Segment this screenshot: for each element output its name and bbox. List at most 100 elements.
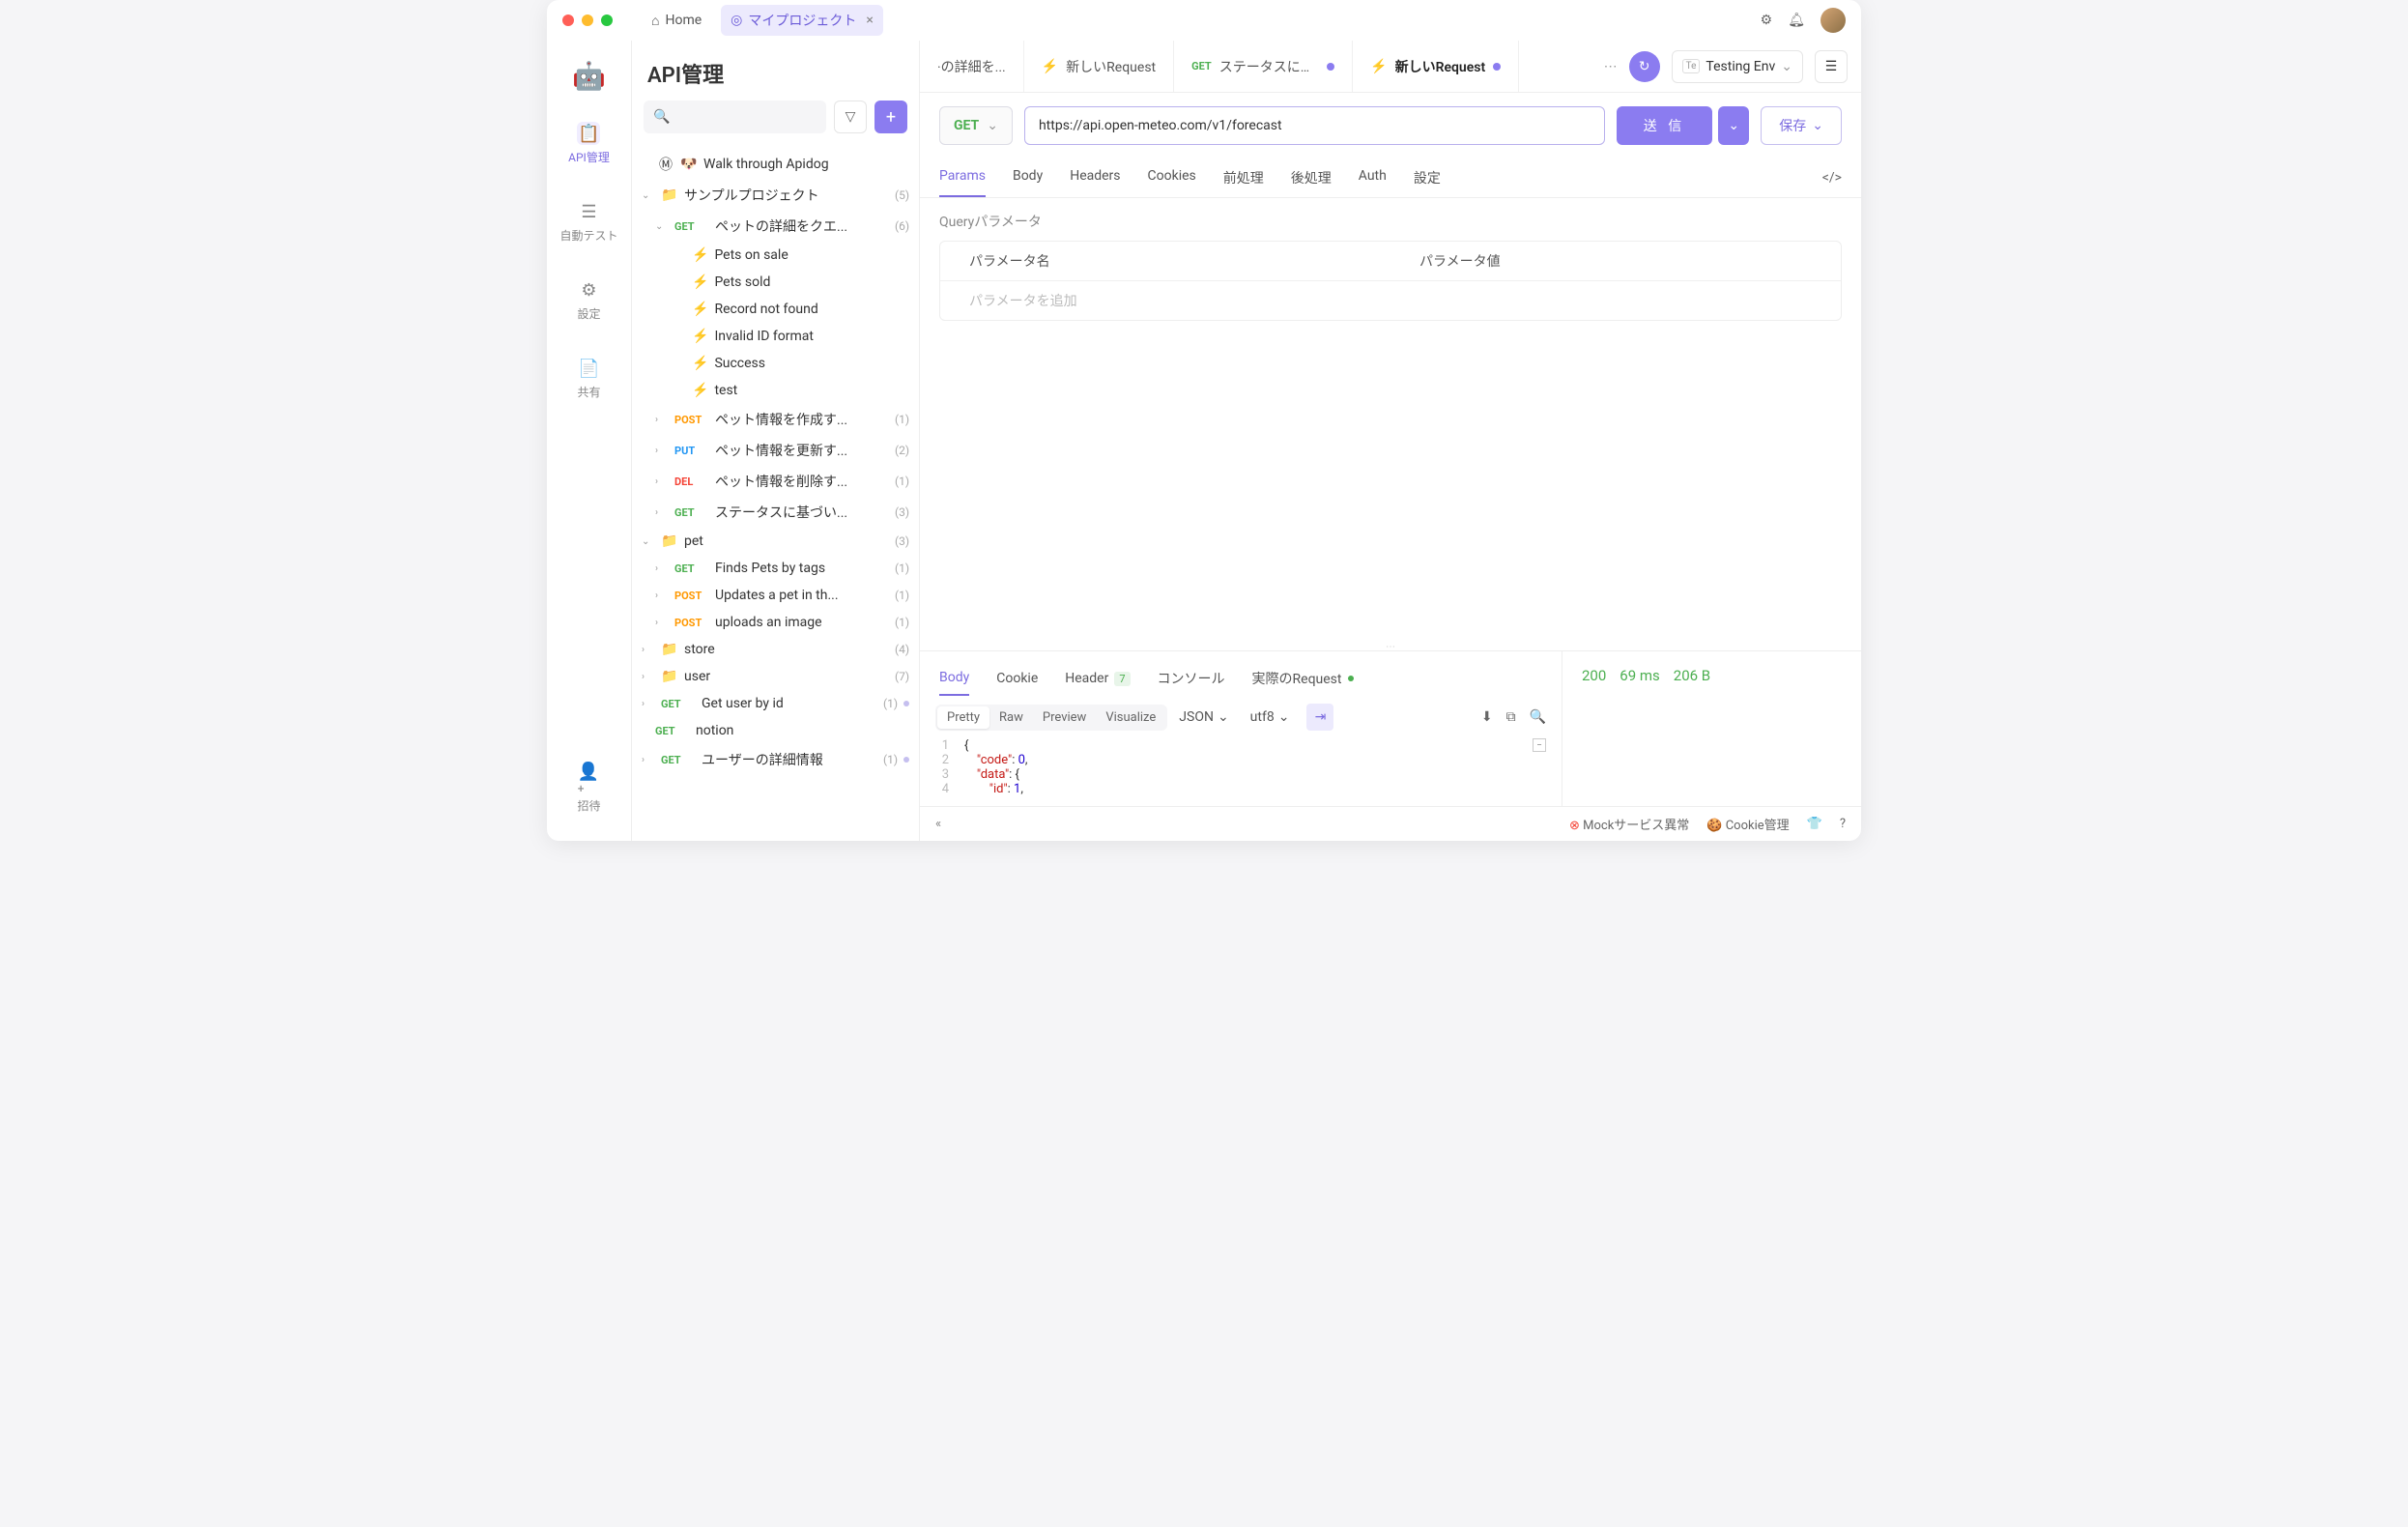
seg-pretty[interactable]: Pretty bbox=[937, 706, 989, 729]
resp-tab-actual[interactable]: 実際のRequest bbox=[1252, 661, 1354, 696]
help-icon[interactable]: ? bbox=[1840, 817, 1846, 831]
params-section: Queryパラメータ パラメータ名パラメータ値 パラメータを追加 bbox=[920, 198, 1861, 643]
tree-case[interactable]: ⚡Success bbox=[632, 350, 919, 377]
search-icon[interactable]: 🔍 bbox=[1530, 709, 1546, 725]
copy-icon[interactable]: ⧉ bbox=[1506, 709, 1516, 725]
tree-case[interactable]: ⚡Pets on sale bbox=[632, 242, 919, 269]
menu-button[interactable]: ☰ bbox=[1815, 50, 1848, 83]
tree-store[interactable]: ›📁store(4) bbox=[632, 636, 919, 663]
req-tab-cookies[interactable]: Cookies bbox=[1148, 158, 1196, 197]
tree-get-user-by-id[interactable]: ›GETGet user by id(1) bbox=[632, 690, 919, 717]
tree-pet-detail[interactable]: ⌄ GET ペットの詳細をクエ... (6) bbox=[632, 211, 919, 242]
tree-walk[interactable]: Ⓜ 🐶 Walk through Apidog bbox=[632, 149, 919, 180]
req-tab-auth[interactable]: Auth bbox=[1359, 158, 1387, 197]
req-tab-post[interactable]: 後処理 bbox=[1291, 158, 1332, 197]
resp-tab-cookie[interactable]: Cookie bbox=[996, 661, 1038, 696]
tree-notion[interactable]: GETnotion bbox=[632, 717, 919, 744]
tree-case[interactable]: ⚡Pets sold bbox=[632, 269, 919, 296]
case-icon: ⚡ bbox=[692, 247, 708, 263]
bolt-icon: ⚡ bbox=[1042, 59, 1058, 74]
chevron-right-icon: › bbox=[655, 507, 669, 518]
avatar[interactable] bbox=[1820, 8, 1846, 33]
send-dropdown[interactable]: ⌄ bbox=[1718, 106, 1749, 145]
api-icon: 📋 bbox=[577, 122, 600, 145]
add-param-row[interactable]: パラメータを追加 bbox=[940, 281, 1841, 320]
code-area[interactable]: 1{− 2 "code": 0, 3 "data": { 4 "id": 1, bbox=[920, 738, 1562, 806]
tree-del-delete[interactable]: ›DELペット情報を削除す...(1) bbox=[632, 466, 919, 497]
req-tab-settings[interactable]: 設定 bbox=[1414, 158, 1441, 197]
search-input[interactable]: 🔍 bbox=[644, 101, 826, 133]
req-tab-headers[interactable]: Headers bbox=[1070, 158, 1120, 197]
tree-put-update[interactable]: ›PUTペット情報を更新す...(2) bbox=[632, 435, 919, 466]
minimize-icon[interactable] bbox=[582, 14, 593, 26]
resp-tab-console[interactable]: コンソール bbox=[1158, 661, 1225, 696]
env-badge: Te bbox=[1682, 59, 1701, 73]
seg-raw[interactable]: Raw bbox=[989, 706, 1033, 729]
env-selector[interactable]: TeTesting Env⌄ bbox=[1672, 50, 1803, 83]
add-button[interactable]: + bbox=[874, 101, 907, 133]
filter-button[interactable]: ▽ bbox=[834, 101, 867, 133]
tree-user[interactable]: ›📁user(7) bbox=[632, 663, 919, 690]
method-del: DEL bbox=[674, 475, 709, 488]
nav-api[interactable]: 📋 API管理 bbox=[560, 114, 617, 173]
wrap-button[interactable]: ⇥ bbox=[1306, 704, 1333, 731]
nav-settings[interactable]: ⚙ 設定 bbox=[569, 271, 608, 330]
download-icon[interactable]: ⬇ bbox=[1481, 709, 1493, 725]
more-icon[interactable]: ⋯ bbox=[1604, 59, 1618, 74]
nav-autotest[interactable]: ☰ 自動テスト bbox=[552, 192, 625, 251]
encoding-select[interactable]: utf8⌄ bbox=[1241, 706, 1300, 729]
shirt-icon[interactable]: 👕 bbox=[1807, 817, 1822, 831]
cookie-mgmt[interactable]: 🍪 Cookie管理 bbox=[1706, 815, 1789, 833]
format-select[interactable]: JSON⌄ bbox=[1169, 706, 1238, 729]
project-tab[interactable]: ◎ マイプロジェクト × bbox=[721, 5, 883, 36]
folder-icon: 📁 bbox=[661, 669, 678, 684]
run-button[interactable]: ↻ bbox=[1629, 51, 1660, 82]
tab-1[interactable]: ·の詳細を... bbox=[920, 41, 1024, 92]
seg-preview[interactable]: Preview bbox=[1033, 706, 1096, 729]
tree-get-status[interactable]: ›GETステータスに基づい...(3) bbox=[632, 497, 919, 528]
tree-case[interactable]: ⚡Record not found bbox=[632, 296, 919, 323]
tab-3[interactable]: GETステータスに基... bbox=[1174, 41, 1353, 92]
tree-sample[interactable]: ⌄ 📁 サンプルプロジェクト (5) bbox=[632, 180, 919, 211]
tab-4-active[interactable]: ⚡新しいRequest bbox=[1353, 41, 1519, 92]
resp-tab-body[interactable]: Body bbox=[939, 661, 969, 696]
req-tab-pre[interactable]: 前処理 bbox=[1223, 158, 1264, 197]
settings-icon[interactable]: ⚙ bbox=[1761, 13, 1773, 28]
tree-case[interactable]: ⚡test bbox=[632, 377, 919, 404]
tree-pet[interactable]: ⌄📁pet(3) bbox=[632, 528, 919, 555]
tree-post-create[interactable]: ›POSTペット情報を作成す...(1) bbox=[632, 404, 919, 435]
url-input[interactable] bbox=[1024, 106, 1605, 145]
collapse-icon[interactable]: « bbox=[935, 817, 941, 831]
maximize-icon[interactable] bbox=[601, 14, 613, 26]
tree-finds-tags[interactable]: ›GETFinds Pets by tags(1) bbox=[632, 555, 919, 582]
chevron-down-icon: ⌄ bbox=[642, 536, 655, 547]
unsaved-dot-icon bbox=[1327, 63, 1334, 71]
home-tab[interactable]: ⌂ Home bbox=[640, 7, 713, 35]
tab-2[interactable]: ⚡新しいRequest bbox=[1024, 41, 1174, 92]
nav-share[interactable]: 📄 共有 bbox=[569, 349, 608, 408]
req-tab-body[interactable]: Body bbox=[1013, 158, 1043, 197]
close-icon[interactable] bbox=[562, 14, 574, 26]
filter-icon: ▽ bbox=[846, 109, 856, 125]
resp-tab-header[interactable]: Header7 bbox=[1065, 661, 1130, 696]
code-icon[interactable]: </> bbox=[1822, 170, 1842, 186]
method-get: GET bbox=[1191, 60, 1212, 72]
tree-updates-pet[interactable]: ›POSTUpdates a pet in th...(1) bbox=[632, 582, 919, 609]
bolt-icon: ⚡ bbox=[1370, 59, 1387, 74]
resize-handle[interactable]: ⋯ bbox=[920, 643, 1861, 650]
folder-icon: 📁 bbox=[661, 187, 678, 203]
method-select[interactable]: GET⌄ bbox=[939, 106, 1013, 145]
close-tab-icon[interactable]: × bbox=[866, 13, 873, 28]
mock-error[interactable]: ⊗ Mockサービス異常 bbox=[1569, 815, 1689, 833]
fold-icon[interactable]: − bbox=[1533, 738, 1546, 752]
bell-icon[interactable]: 🔔︎ bbox=[1788, 13, 1805, 28]
tree-case[interactable]: ⚡Invalid ID format bbox=[632, 323, 919, 350]
tree-user-detail[interactable]: ›GETユーザーの詳細情報(1) bbox=[632, 744, 919, 775]
tree-uploads-image[interactable]: ›POSTuploads an image(1) bbox=[632, 609, 919, 636]
seg-visualize[interactable]: Visualize bbox=[1096, 706, 1165, 729]
nav-invite[interactable]: 👤⁺ 招待 bbox=[569, 763, 608, 821]
save-button[interactable]: 保存⌄ bbox=[1761, 106, 1842, 145]
req-tab-params[interactable]: Params bbox=[939, 158, 986, 197]
chevron-down-icon: ⌄ bbox=[655, 221, 669, 232]
send-button[interactable]: 送 信 bbox=[1617, 106, 1712, 145]
